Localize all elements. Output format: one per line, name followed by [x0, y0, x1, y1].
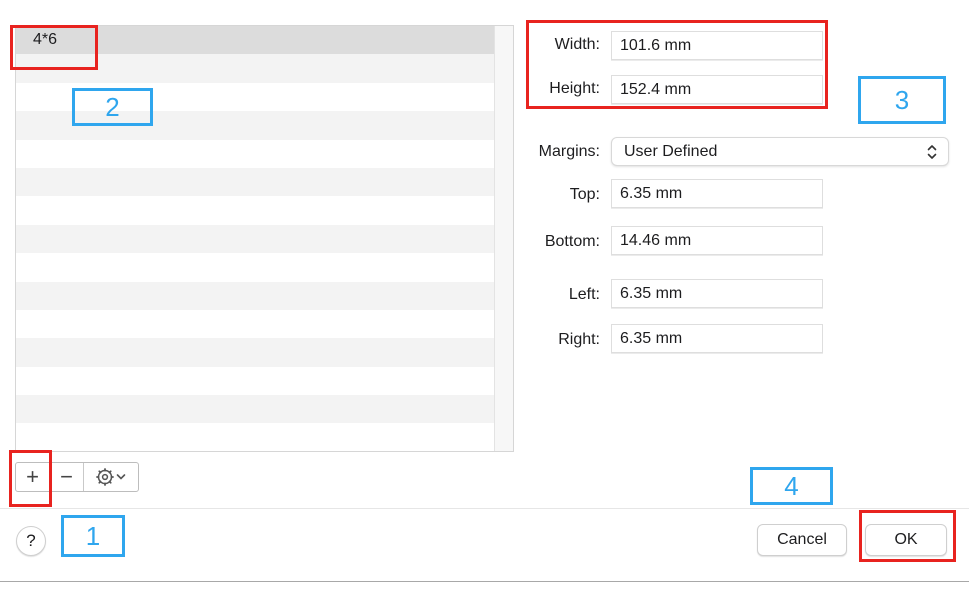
annotation-red-box-add: [9, 450, 52, 507]
margins-select[interactable]: User Defined: [611, 137, 949, 166]
list-item-empty: [16, 253, 494, 281]
list-item-empty: [16, 224, 494, 254]
bottom-margin-label: Bottom:: [544, 233, 600, 250]
actions-menu-button[interactable]: [84, 463, 138, 491]
top-margin-field[interactable]: 6.35 mm: [611, 179, 823, 208]
margins-label: Margins:: [538, 143, 600, 160]
margins-select-value: User Defined: [624, 142, 718, 160]
top-margin-label: Top:: [569, 186, 600, 203]
right-margin-label: Right:: [558, 331, 600, 348]
annotation-step-3: 3: [858, 76, 946, 124]
list-item-empty: [16, 423, 494, 451]
left-margin-label: Left:: [568, 286, 600, 303]
cancel-button-label: Cancel: [777, 531, 827, 548]
list-item-empty: [16, 281, 494, 310]
annotation-red-box-ok: [859, 510, 956, 562]
annotation-red-box-list-item: [10, 25, 98, 70]
list-item-empty: [16, 367, 494, 395]
list-item-empty: [16, 167, 494, 197]
list-item-empty: [16, 196, 494, 224]
list-item-empty: [16, 338, 494, 367]
gear-icon: [96, 468, 114, 486]
cancel-button[interactable]: Cancel: [757, 524, 847, 556]
help-button[interactable]: ?: [16, 526, 46, 556]
footer-divider: [0, 508, 969, 509]
question-icon: ?: [26, 531, 36, 550]
list-item-empty: [16, 395, 494, 424]
list-item-empty: [16, 310, 494, 338]
list-scrollbar[interactable]: [494, 26, 513, 451]
bottom-margin-field[interactable]: 14.46 mm: [611, 226, 823, 255]
annotation-step-1: 1: [61, 515, 125, 557]
annotation-step-2: 2: [72, 88, 153, 126]
annotation-red-box-dimensions: [526, 20, 828, 109]
minus-icon: −: [60, 464, 73, 489]
up-down-chevron-icon: [927, 145, 937, 159]
remove-paper-size-button[interactable]: −: [50, 463, 84, 491]
chevron-down-icon: [116, 474, 126, 480]
window-bottom-edge: [0, 581, 969, 582]
list-item-empty: [16, 140, 494, 168]
right-margin-field[interactable]: 6.35 mm: [611, 324, 823, 353]
left-margin-field[interactable]: 6.35 mm: [611, 279, 823, 308]
annotation-step-4: 4: [750, 467, 833, 505]
